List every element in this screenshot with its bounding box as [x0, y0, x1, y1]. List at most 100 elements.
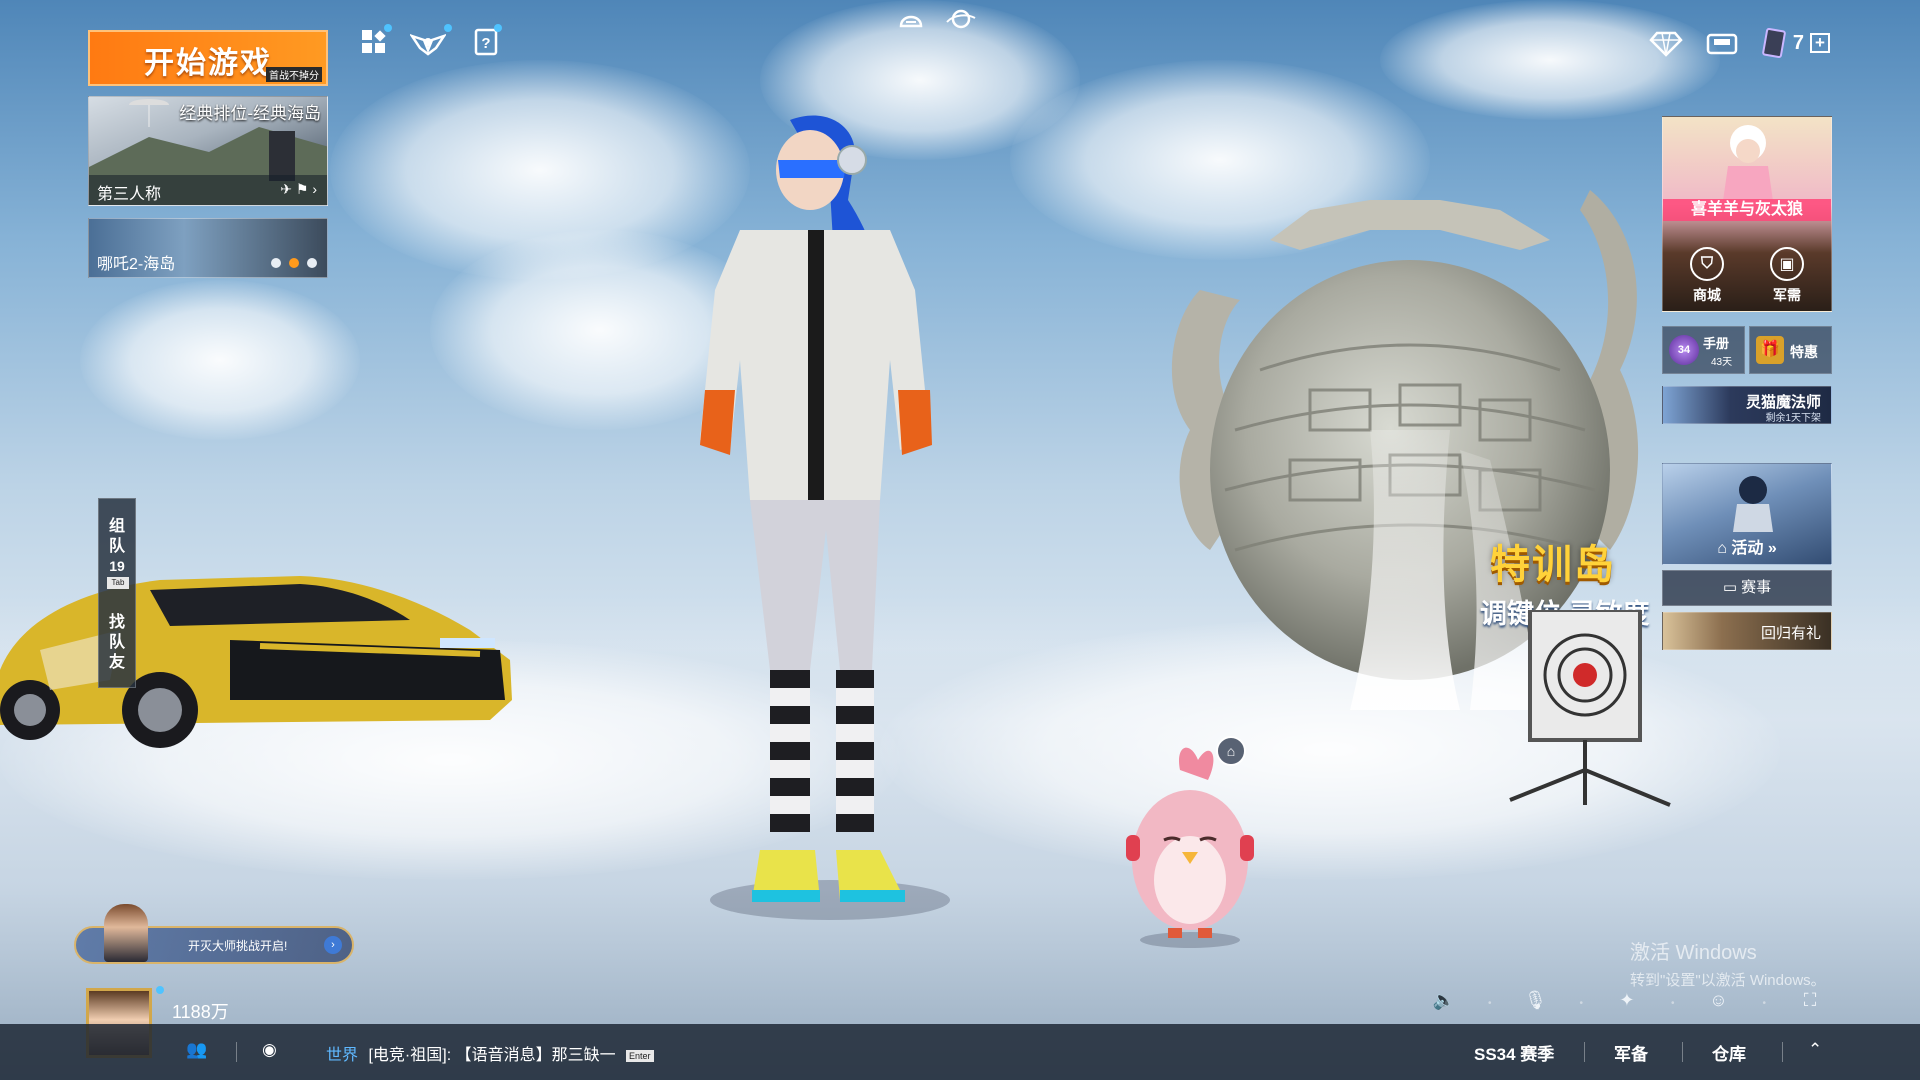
promo-character-image: [1723, 125, 1773, 201]
battle-pass-button[interactable]: 34 手册 43天: [1662, 326, 1745, 374]
cloud: [80, 280, 360, 440]
shop-bag-icon: ⛉: [1690, 247, 1724, 281]
challenge-banner[interactable]: 开灭大师挑战开启! ›: [74, 904, 354, 964]
challenge-avatar: [104, 904, 148, 962]
card-icon: [1762, 28, 1786, 58]
returns-reward-button[interactable]: 回归有礼: [1662, 612, 1832, 650]
fullscreen-icon[interactable]: ⛶: [1796, 990, 1824, 1016]
add-card-button[interactable]: +: [1810, 33, 1830, 53]
enter-key-hint: Enter: [626, 1049, 654, 1062]
globe-icon[interactable]: [946, 8, 976, 30]
wings-badge-icon[interactable]: [410, 28, 446, 56]
match-events-button[interactable]: ▭ 赛事: [1662, 570, 1832, 606]
pass-badge-icon: 34: [1669, 335, 1699, 365]
team-label-2: 队: [108, 538, 125, 555]
emote-icon[interactable]: ☺: [1704, 990, 1732, 1016]
watermark-line1: 激活 Windows: [1630, 942, 1757, 964]
divider: [1682, 1042, 1683, 1062]
separator-dot: •: [1762, 997, 1766, 1009]
pet-interact-icon[interactable]: ⌂: [1216, 736, 1246, 766]
start-game-sub-badge: 首战不掉分: [266, 67, 322, 82]
carousel-dot[interactable]: [307, 258, 317, 268]
deals-button[interactable]: 🎁 特惠: [1749, 326, 1832, 374]
cloud: [1380, 0, 1720, 120]
notification-dot: [494, 24, 502, 32]
mode-footer: 第三人称 ✈ ⚑ ›: [89, 175, 327, 205]
season-button[interactable]: SS34 赛季: [1474, 1040, 1554, 1065]
coin-balance: 1188万: [172, 1002, 229, 1022]
mode-select-card[interactable]: 经典排位-经典海岛 第三人称 ✈ ⚑ ›: [88, 96, 328, 206]
shooting-target: [1509, 610, 1671, 807]
notification-dot: [384, 24, 392, 32]
helmet-icon[interactable]: [898, 8, 924, 30]
sports-car[interactable]: [0, 550, 520, 750]
voice-chat-icon[interactable]: ◉: [262, 1040, 277, 1060]
supply-box-icon: ▣: [1770, 247, 1804, 281]
divider: [1584, 1042, 1585, 1062]
start-game-button[interactable]: 开始游戏 首战不掉分: [88, 30, 328, 86]
pass-deals-row: 34 手册 43天 🎁 特惠: [1662, 326, 1832, 374]
divider: [236, 1042, 237, 1062]
plane-icon: ✈ ⚑ ›: [280, 181, 317, 197]
armory-label: 军需: [1773, 287, 1801, 303]
notification-dot: [156, 986, 164, 994]
promo-title: 喜羊羊与灰太狼: [1663, 199, 1831, 221]
returns-label: 回归有礼: [1760, 625, 1821, 642]
player-character[interactable]: [640, 110, 1020, 950]
voice-controls: 🔈 • 🎙 • ✦ • ☺ • ⛶: [1430, 990, 1824, 1016]
event-banner-lingmao[interactable]: 灵猫魔法师 剩余1天下架: [1662, 386, 1832, 424]
event-mode-card[interactable]: 哪吒2-海岛: [88, 218, 328, 278]
diamond-icon[interactable]: [1649, 29, 1683, 57]
windows-activation-watermark: 激活 Windows 转到"设置"以激活 Windows。: [1630, 936, 1826, 990]
carousel-dot-active[interactable]: [289, 258, 299, 268]
mailbox-icon[interactable]: [1705, 29, 1739, 57]
svg-text:?: ?: [481, 35, 490, 52]
shop-button[interactable]: ⛉ 商城: [1677, 247, 1737, 305]
perspective-label: 第三人称: [97, 186, 162, 203]
chat-preview[interactable]: 世界 [电竞·祖国]: 【语音消息】那三缺一 Enter: [326, 1041, 654, 1065]
event-banner-subtitle: 剩余1天下架: [1765, 413, 1821, 424]
friends-icon[interactable]: 👥: [186, 1040, 207, 1060]
separator-dot: •: [1670, 997, 1675, 1009]
warehouse-button[interactable]: 仓库: [1712, 1040, 1746, 1065]
card-counter[interactable]: 7 +: [1761, 28, 1830, 58]
carousel-indicator[interactable]: [271, 258, 317, 268]
mic-off-icon[interactable]: 🎙: [1521, 990, 1549, 1016]
separator-dot: •: [1487, 997, 1492, 1009]
armory-button[interactable]: 军备: [1614, 1040, 1648, 1065]
find-label-1: 找: [108, 614, 125, 631]
activity-button[interactable]: ⌂ 活动 »: [1662, 463, 1832, 565]
team-label-1: 组: [108, 518, 125, 535]
separator-dot: •: [1579, 997, 1583, 1009]
find-label-2: 队: [108, 634, 125, 651]
mode-title: 经典排位-经典海岛: [179, 104, 321, 123]
team-side-tab[interactable]: 组 队 19 Tab 找 队 友: [98, 498, 136, 688]
pet-companion[interactable]: [1120, 740, 1260, 950]
activity-label: ⌂ 活动 »: [1717, 540, 1777, 557]
grid-menu-icon[interactable]: [360, 28, 388, 56]
shop-label: 商城: [1693, 287, 1721, 303]
gift-icon: 🎁: [1756, 336, 1784, 364]
event-mode-title: 哪吒2-海岛: [97, 256, 176, 273]
divider: [1782, 1042, 1783, 1062]
top-right-icons: 7 +: [1649, 28, 1830, 58]
expand-up-icon[interactable]: ⌃: [1808, 1040, 1822, 1060]
training-island-title: 特训岛: [1490, 543, 1616, 587]
pass-label: 手册: [1703, 336, 1730, 351]
magic-wand-icon[interactable]: ✦: [1613, 990, 1641, 1016]
top-center-icons: [898, 8, 976, 30]
carousel-dot[interactable]: [271, 258, 281, 268]
notification-dot: [444, 24, 452, 32]
chevron-right-icon: ›: [324, 936, 342, 954]
tab-key-hint: Tab: [107, 577, 129, 589]
promo-banner[interactable]: 喜羊羊与灰太狼 ⛉ 商城 ▣ 军需: [1662, 116, 1832, 312]
event-mode-footer: 哪吒2-海岛: [89, 219, 327, 277]
speaker-mute-icon[interactable]: 🔈: [1430, 990, 1458, 1016]
watermark-line2: 转到"设置"以激活 Windows。: [1630, 972, 1826, 989]
team-count: 19: [109, 558, 125, 574]
chat-message: [电竞·祖国]: 【语音消息】那三缺一: [368, 1047, 616, 1064]
quiz-card-icon[interactable]: ?: [472, 28, 500, 56]
armory-supply-button[interactable]: ▣ 军需: [1757, 247, 1817, 305]
tv-icon: ▭: [1722, 579, 1737, 596]
chat-channel: 世界: [326, 1047, 359, 1064]
